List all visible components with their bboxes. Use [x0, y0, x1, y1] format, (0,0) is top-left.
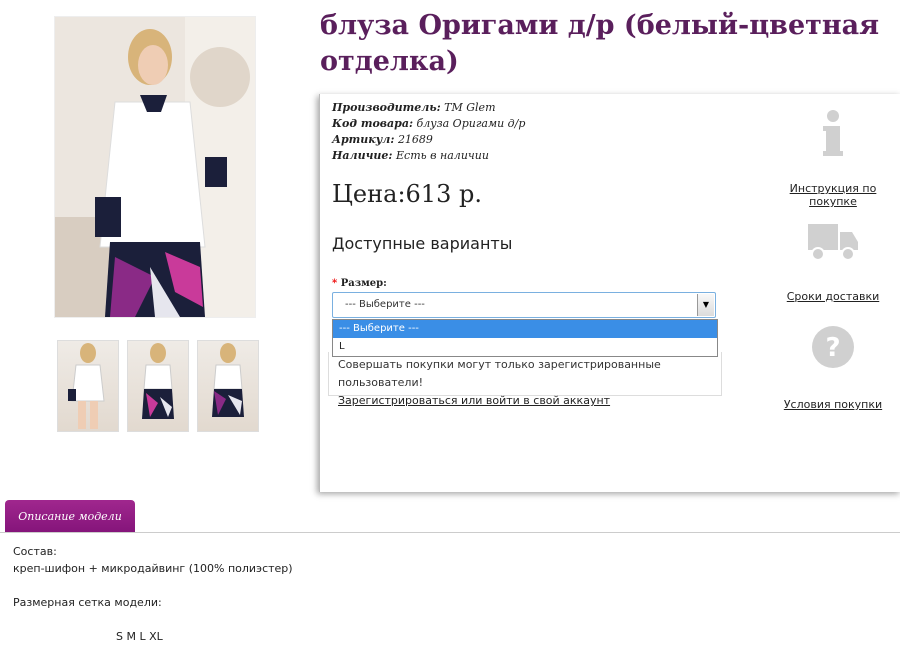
meta-value: блуза Оригами д/р [416, 117, 526, 130]
model-photo-illustration [55, 17, 255, 317]
meta-label: Наличие: [332, 149, 393, 162]
size-label-text: Размер: [340, 278, 387, 289]
thumbnail-image [142, 343, 174, 419]
product-thumbnail[interactable] [197, 340, 259, 432]
meta-label: Артикул: [332, 133, 395, 146]
tab-model-description[interactable]: Описание модели [5, 500, 135, 533]
required-mark: * [332, 278, 338, 289]
meta-label: Производитель: [332, 101, 441, 114]
truck-icon [808, 224, 858, 261]
size-select-value: --- Выберите --- [345, 299, 425, 310]
svg-text:?: ? [825, 333, 840, 363]
product-main-image[interactable] [54, 16, 256, 318]
product-thumbnail[interactable] [127, 340, 189, 432]
size-label: * Размер: [332, 278, 387, 289]
meta-value: Есть в наличии [396, 149, 489, 162]
side-link-label[interactable]: Сроки доставки [768, 290, 898, 303]
description-content: Состав: креп-шифон + микродайвинг (100% … [13, 543, 293, 611]
composition-label: Состав: [13, 545, 57, 558]
meta-value: TM Glem [444, 101, 496, 114]
chevron-down-icon[interactable]: ▼ [697, 294, 714, 316]
product-meta: Производитель: TM Glem Код товара: блуза… [332, 100, 525, 164]
side-link-delivery[interactable]: Сроки доставки [768, 218, 898, 303]
size-grid-values: S M L XL [116, 630, 163, 643]
size-grid-label: Размерная сетка модели: [13, 596, 162, 609]
side-link-instructions[interactable]: Инструкция по покупке [768, 108, 898, 208]
product-thumbnail[interactable] [57, 340, 119, 432]
login-notice: Совершать покупки могут только зарегистр… [328, 352, 722, 407]
thumbnail-image [68, 343, 105, 429]
product-info-panel: Производитель: TM Glem Код товара: блуза… [319, 94, 900, 492]
meta-manufacturer: Производитель: TM Glem [332, 100, 525, 116]
side-link-label[interactable]: Инструкция по покупке [768, 182, 898, 208]
tab-divider [0, 532, 900, 533]
side-link-label[interactable]: Условия покупки [768, 398, 898, 411]
meta-product-code: Код товара: блуза Оригами д/р [332, 116, 525, 132]
composition-value: креп-шифон + микродайвинг (100% полиэсте… [13, 562, 293, 575]
side-link-terms[interactable]: ? Условия покупки [768, 324, 898, 411]
meta-article: Артикул: 21689 [332, 132, 525, 148]
thumbnail-image [212, 343, 244, 417]
product-price: Цена:613 р. [332, 180, 482, 208]
meta-value: 21689 [397, 133, 433, 146]
variants-heading: Доступные варианты [332, 234, 513, 253]
product-title: блуза Оригами д/р (белый-цветная отделка… [320, 10, 880, 77]
info-icon [823, 110, 843, 156]
meta-label: Код товара: [332, 117, 414, 130]
meta-availability: Наличие: Есть в наличии [332, 148, 525, 164]
size-option[interactable]: --- Выберите --- [333, 320, 717, 338]
notice-text: Совершать покупки могут только зарегистр… [338, 358, 661, 389]
register-login-link[interactable]: Зарегистрироваться или войти в свой акка… [338, 392, 721, 410]
question-icon: ? [812, 326, 854, 368]
size-select[interactable]: --- Выберите --- ▼ [332, 292, 716, 318]
